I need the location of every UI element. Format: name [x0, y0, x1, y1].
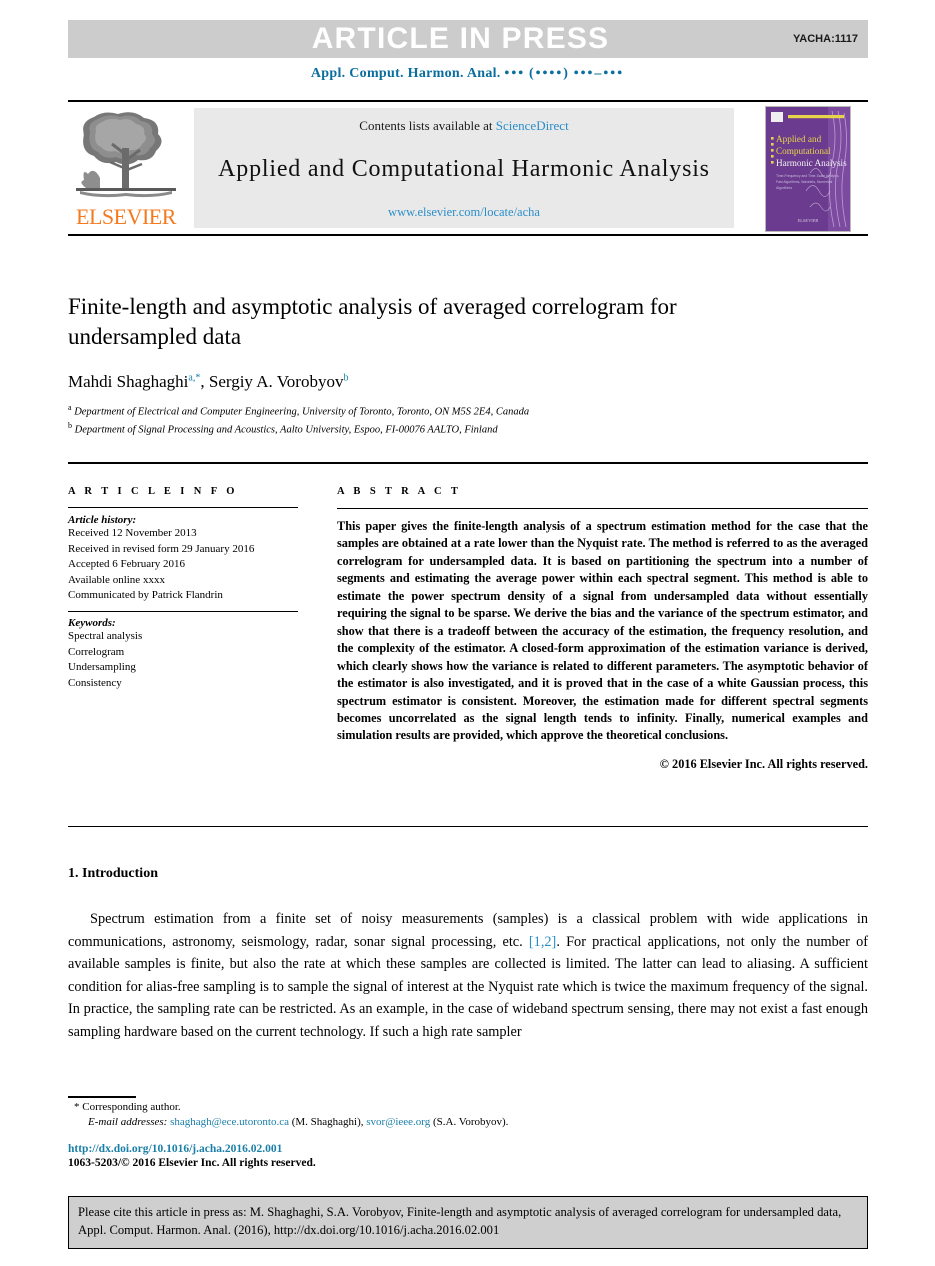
- affiliation-text: Department of Signal Processing and Acou…: [74, 424, 498, 436]
- elsevier-logo: ELSEVIER: [70, 108, 182, 228]
- abstract-copyright: © 2016 Elsevier Inc. All rights reserved…: [659, 756, 868, 771]
- journal-ref-prefix: Appl. Comput. Harmon. Anal.: [310, 66, 501, 81]
- email-addresses-note: E-mail addresses: shaghagh@ece.utoronto.…: [88, 1116, 508, 1128]
- keyword-item: Undersampling: [68, 661, 136, 674]
- abstract-heading: A B S T R A C T: [337, 486, 462, 497]
- svg-text:Computational: Computational: [776, 146, 831, 156]
- journal-title: Applied and Computational Harmonic Analy…: [218, 156, 710, 182]
- elsevier-tree-icon: [76, 112, 176, 198]
- journal-ref-volume: •••: [504, 66, 526, 81]
- article-history-item: Received 12 November 2013: [68, 527, 197, 539]
- email-link-vorobyov[interactable]: svor@ieee.org: [366, 1116, 430, 1128]
- article-info-heading: A R T I C L E I N F O: [68, 486, 238, 497]
- journal-reference-line: Appl. Comput. Harmon. Anal. ••• (••••) •…: [0, 66, 935, 82]
- journal-cover-thumbnail: Applied and Computational Harmonic Analy…: [765, 106, 851, 232]
- article-history-label: Article history:: [68, 514, 137, 526]
- keywords-divider: [68, 611, 298, 613]
- affiliation-item: b Department of Signal Processing and Ac…: [68, 420, 788, 438]
- journal-ref-year: (••••): [528, 66, 570, 81]
- svg-text:Harmonic Analysis: Harmonic Analysis: [776, 158, 847, 168]
- journal-homepage-link[interactable]: www.elsevier.com/locate/acha: [388, 205, 540, 220]
- keyword-item: Correlogram: [68, 645, 125, 658]
- svg-text:ELSEVIER: ELSEVIER: [798, 218, 819, 223]
- article-history-item: Available online xxxx: [68, 573, 165, 586]
- abstract-column: A B S T R A C T This paper gives the fin…: [337, 486, 868, 772]
- masthead-center-box: Contents lists available at ScienceDirec…: [194, 108, 734, 228]
- abstract-section-divider: [68, 826, 868, 827]
- abstract-divider: [337, 508, 868, 509]
- manuscript-code: YACHA:1117: [792, 33, 858, 45]
- contents-prefix: Contents lists available at: [359, 118, 493, 133]
- affiliation-mark: b: [68, 420, 72, 430]
- footnote-rule: [68, 1096, 136, 1098]
- author-list: Mahdi Shaghaghia,*, Sergiy A. Vorobyovb: [68, 372, 349, 391]
- affiliation-item: a Department of Electrical and Computer …: [68, 402, 788, 420]
- article-in-press-banner: ARTICLE IN PRESS YACHA:1117: [68, 20, 868, 58]
- email-label: E-mail addresses:: [88, 1116, 168, 1128]
- article-info-divider: [68, 507, 298, 508]
- keyword-item: Spectral analysis: [68, 630, 143, 643]
- keyword-item: Consistency: [68, 676, 122, 689]
- article-history-item: Communicated by Patrick Flandrin: [68, 589, 223, 602]
- citation-ref-1-2[interactable]: [1,2]: [529, 934, 556, 950]
- page-title: Finite-length and asymptotic analysis of…: [68, 294, 677, 349]
- citation-notice-box: Please cite this article in press as: M.…: [68, 1196, 868, 1249]
- journal-cover-image: Applied and Computational Harmonic Analy…: [766, 107, 850, 231]
- introduction-paragraph: Spectrum estimation from a finite set of…: [68, 908, 868, 1043]
- abstract-text: This paper gives the finite-length analy…: [337, 519, 868, 743]
- svg-text:Algorithms: Algorithms: [776, 186, 792, 190]
- article-page: ARTICLE IN PRESS YACHA:1117 Appl. Comput…: [0, 0, 935, 1266]
- article-history-item: Accepted 6 February 2016: [68, 558, 185, 571]
- article-history-item: Received in revised form 29 January 2016: [68, 542, 255, 555]
- email-owner-shaghaghi: (M. Shaghaghi),: [291, 1116, 364, 1128]
- email-owner-vorobyov: (S.A. Vorobyov).: [433, 1116, 509, 1128]
- section-heading-introduction: 1. Introduction: [68, 866, 158, 881]
- article-in-press-label: ARTICLE IN PRESS: [311, 22, 610, 55]
- corresponding-marker: *: [74, 1101, 80, 1113]
- keywords-label: Keywords:: [68, 617, 116, 630]
- corresponding-author-note: * Corresponding author.: [74, 1101, 181, 1113]
- doi-link[interactable]: http://dx.doi.org/10.1016/j.acha.2016.02…: [68, 1143, 282, 1155]
- journal-masthead: ELSEVIER Contents lists available at Sci…: [68, 100, 868, 236]
- affiliation-list: a Department of Electrical and Computer …: [68, 402, 788, 438]
- masthead-top-rule: [68, 100, 868, 102]
- issn-copyright-line: 1063-5203/© 2016 Elsevier Inc. All right…: [68, 1157, 316, 1169]
- journal-ref-pages: •••–•••: [573, 66, 625, 81]
- contents-available-line: Contents lists available at ScienceDirec…: [359, 118, 568, 134]
- elsevier-wordmark: ELSEVIER: [76, 204, 176, 229]
- svg-text:Fast Algorithms, Wavelets, Num: Fast Algorithms, Wavelets, Numerical: [776, 180, 832, 184]
- corresponding-text: Corresponding author.: [82, 1101, 181, 1113]
- svg-text:Applied and: Applied and: [776, 134, 822, 144]
- affiliation-text: Department of Electrical and Computer En…: [74, 406, 530, 418]
- masthead-bottom-rule: [68, 234, 868, 236]
- article-info-column: A R T I C L E I N F O Article history: R…: [68, 486, 298, 691]
- email-link-shaghaghi[interactable]: shaghagh@ece.utoronto.ca: [170, 1116, 289, 1128]
- title-block-divider: [68, 462, 868, 464]
- svg-text:Time-Frequency and Time-Scale: Time-Frequency and Time-Scale Analysis,: [776, 174, 839, 178]
- affiliation-mark: a: [68, 403, 72, 412]
- sciencedirect-link[interactable]: ScienceDirect: [496, 118, 569, 133]
